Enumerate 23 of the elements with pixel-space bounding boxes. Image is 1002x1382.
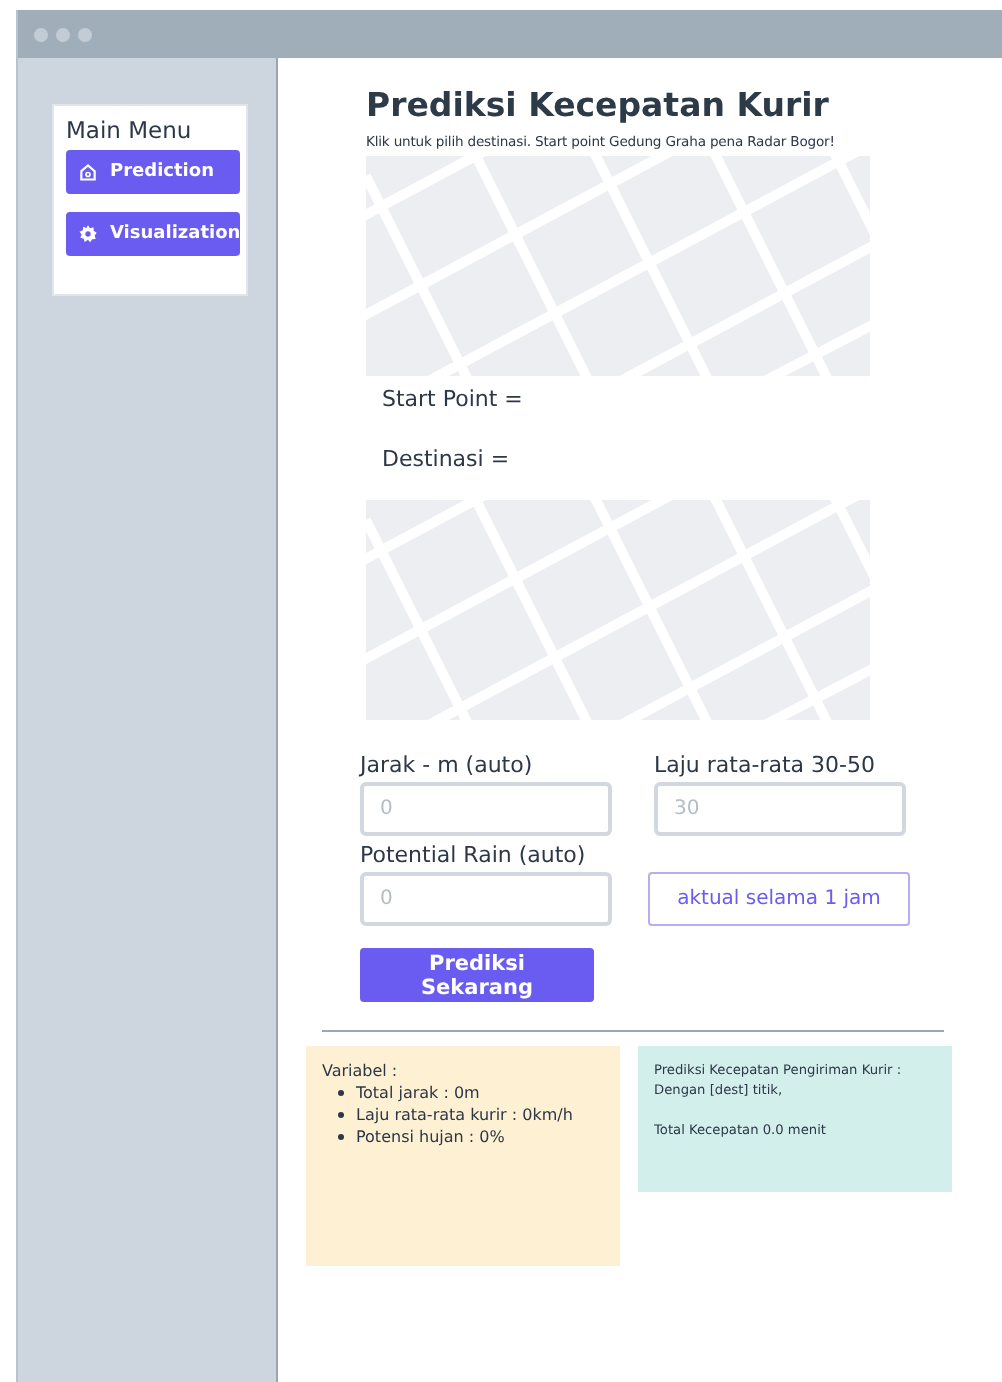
input-field[interactable]: 0 [360, 782, 612, 836]
variables-title: Variabel : [322, 1062, 400, 1080]
input-field[interactable]: 0 [360, 872, 612, 926]
home-icon [78, 162, 98, 182]
variable-text: Potensi hujan : 0% [356, 1128, 505, 1146]
input-field[interactable]: 30 [654, 782, 906, 836]
field-label: Laju rata-rata 30-50 [654, 752, 877, 778]
menu-button[interactable]: Visualization [66, 212, 240, 256]
menu-button[interactable]: Prediction [66, 150, 240, 194]
bullet-icon [338, 1112, 344, 1118]
variable-text: Laju rata-rata kurir : 0km/h [356, 1106, 573, 1124]
field-label: Jarak - m (auto) [360, 752, 535, 778]
bullet-icon [338, 1134, 344, 1140]
variable-text: Total jarak : 0m [356, 1084, 480, 1102]
info-button[interactable]: aktual selama 1 jam [648, 872, 910, 926]
start-point-label: Start Point = [382, 386, 525, 412]
bullet-icon [338, 1090, 344, 1096]
predict-button[interactable]: Prediksi Sekarang [360, 948, 594, 1002]
page-title: Prediksi Kecepatan Kurir [366, 86, 831, 124]
menu-title: Main Menu [66, 116, 194, 144]
destination-label: Destinasi = [382, 446, 512, 472]
field-label: Potential Rain (auto) [360, 842, 588, 868]
gear-icon [78, 224, 98, 244]
